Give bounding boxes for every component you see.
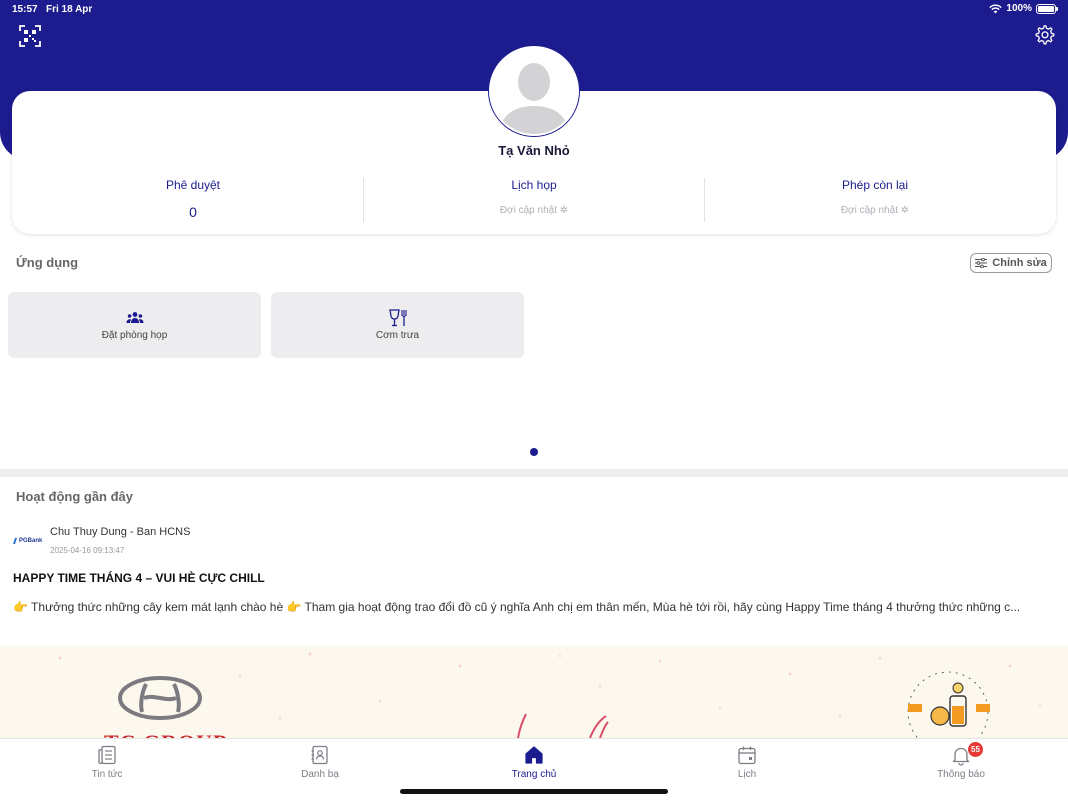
status-bar: 15:57 Fri 18 Apr 100% (0, 0, 1068, 20)
address-book-icon (311, 745, 328, 765)
activity-section-title: Hoạt động gần đây (16, 489, 133, 504)
tab-home[interactable]: Trang chủ (474, 744, 594, 780)
stat-leave-remaining[interactable]: Phép còn lại Đợi cập nhật ✲ (702, 178, 1048, 216)
edit-apps-label: Chỉnh sửa (992, 257, 1047, 269)
page-indicator-dot[interactable] (530, 448, 538, 456)
post-timestamp: 2025-04-16 09:13:47 (50, 546, 125, 555)
app-tile-lunch[interactable]: Cơm trưa (271, 292, 524, 358)
loading-spinner-icon: ✲ (900, 205, 910, 216)
qr-code-icon (19, 25, 41, 47)
avatar[interactable] (489, 46, 579, 136)
stat-value: Đợi cập nhật (840, 205, 898, 216)
sliders-icon (975, 258, 988, 268)
tab-label: Thông báo (937, 769, 985, 780)
tab-contacts[interactable]: Danh bạ (260, 744, 380, 780)
loading-spinner-icon: ✲ (559, 205, 569, 216)
settings-button[interactable] (1034, 24, 1056, 46)
home-indicator[interactable] (400, 789, 668, 794)
post-headline[interactable]: HAPPY TIME THÁNG 4 – VUI HÈ CỰC CHILL (13, 571, 265, 585)
tab-notifications[interactable]: 55 Thông báo (901, 742, 1021, 780)
wifi-icon (989, 4, 1003, 13)
newspaper-icon (98, 745, 116, 765)
stat-pending-text: Đợi cập nhật ✲ (702, 205, 1048, 216)
stat-value: 0 (189, 204, 197, 220)
stat-pending-text: Đợi cập nhật ✲ (361, 205, 707, 216)
post-author: Chu Thuy Dung - Ban HCNS (50, 526, 191, 538)
tab-label: Danh bạ (301, 769, 339, 780)
author-logo: PGBank (12, 535, 46, 547)
people-icon (126, 312, 144, 323)
home-icon (525, 746, 543, 764)
tab-label: Trang chủ (511, 769, 557, 780)
status-time: 15:57 (12, 4, 38, 15)
apps-section-title: Ứng dụng (16, 255, 79, 270)
user-name: Tạ Văn Nhỏ (498, 143, 570, 158)
avatar-placeholder-icon (491, 48, 577, 134)
battery-icon (1036, 3, 1058, 14)
post-excerpt[interactable]: 👉 Thưởng thức những cây kem mát lạnh chà… (13, 598, 1053, 616)
author-logo-text: PGBank (19, 538, 43, 544)
stat-label: Phép còn lại (841, 178, 909, 192)
pgbank-logo-icon (13, 538, 17, 544)
battery-percent: 100% (1006, 3, 1032, 14)
stat-meetings[interactable]: Lịch họp Đợi cập nhật ✲ (361, 178, 707, 216)
calendar-icon (738, 746, 756, 765)
notification-badge: 55 (968, 742, 983, 757)
qr-scan-button[interactable] (19, 25, 41, 47)
app-tile-meeting-room[interactable]: Đặt phòng họp (8, 292, 261, 358)
status-indicators: 100% (989, 3, 1058, 14)
section-divider (0, 469, 1068, 477)
happy-time-badge (907, 671, 990, 738)
post-banner-image[interactable]: TC GROUP (0, 646, 1068, 738)
tab-label: Lịch (737, 769, 757, 780)
stat-approvals[interactable]: Phê duyệt 0 (20, 178, 366, 220)
stat-label: Lịch họp (511, 178, 557, 192)
banner-brand-text: TC GROUP (104, 730, 228, 738)
stat-value: Đợi cập nhật (499, 205, 557, 216)
hyundai-logo-icon (118, 676, 202, 720)
tab-label: Tin tức (91, 769, 123, 780)
utensils-icon (389, 309, 407, 327)
edit-apps-button[interactable]: Chỉnh sửa (970, 253, 1052, 273)
app-tile-label: Cơm trưa (375, 330, 420, 341)
gear-icon (1035, 25, 1055, 45)
status-date: Fri 18 Apr (46, 4, 93, 15)
app-tile-label: Đặt phòng họp (101, 330, 168, 341)
stat-label: Phê duyệt (165, 178, 221, 192)
tab-calendar[interactable]: Lịch (687, 744, 807, 780)
tab-news[interactable]: Tin tức (47, 744, 167, 780)
